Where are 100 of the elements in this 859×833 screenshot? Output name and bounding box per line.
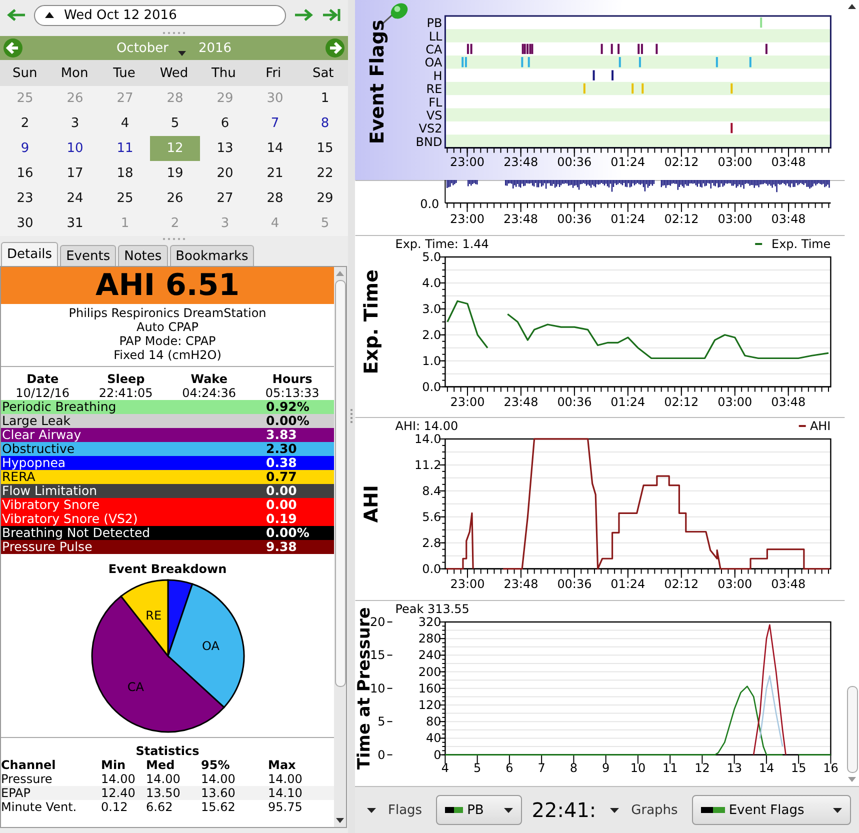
calendar-day[interactable]: 31 [50, 211, 100, 236]
table-cell-text: 05:13:33 [264, 386, 320, 400]
calendar-day[interactable]: 7 [250, 111, 300, 136]
x-tick-label: 23:00 [450, 394, 485, 408]
axis-title: Exp. Time [360, 269, 382, 374]
y-tick-label: 0.0 [422, 562, 442, 576]
calendar-day[interactable]: 15 [300, 136, 350, 161]
tab[interactable]: Events [60, 245, 116, 266]
calendar-day[interactable]: 17 [50, 161, 100, 186]
graphs-toggle[interactable]: Graphs [606, 802, 682, 818]
calendar-day[interactable]: 9 [0, 136, 50, 161]
grip-icon[interactable] [350, 408, 353, 424]
table-cell-text: 14.10 [268, 786, 304, 800]
calendar-day[interactable]: 29 [300, 186, 350, 211]
scrollbar-thumb[interactable] [334, 280, 346, 687]
x-tick-label: 8 [570, 761, 578, 776]
tab[interactable]: Notes [118, 245, 168, 266]
calendar-day[interactable]: 11 [100, 136, 150, 161]
ahi-banner: AHI 6.51 [1, 267, 334, 304]
calendar-day[interactable]: 4 [100, 111, 150, 136]
calendar-day[interactable]: 30 [0, 211, 50, 236]
y-tick-label: 8.4 [422, 484, 442, 498]
tab[interactable]: Details [1, 242, 58, 266]
graph-dropdown[interactable]: Event Flags [692, 795, 851, 825]
y-tick-label: 280 [418, 632, 442, 646]
calendar-day[interactable]: 10 [50, 136, 100, 161]
calendar-day[interactable]: 26 [150, 186, 200, 211]
calendar-day[interactable]: 3 [50, 111, 100, 136]
scroll-down-icon[interactable] [336, 818, 344, 823]
chart-title: Event Breakdown [108, 562, 227, 576]
event-name: Breathing Not Detected [2, 526, 150, 540]
calendar-day[interactable]: 6 [200, 111, 250, 136]
graph-title: Event Flags [366, 20, 388, 144]
swatch-icon [700, 807, 725, 813]
machine-info: Auto CPAP [136, 320, 198, 334]
scrollbar-thumb[interactable] [846, 686, 858, 773]
column-header: Date [26, 372, 60, 386]
calendar-day[interactable]: 2 [0, 111, 50, 136]
flag-dropdown[interactable]: PB [436, 795, 522, 825]
grip-icon[interactable] [163, 238, 185, 240]
y-tick-label: 200 [418, 665, 442, 680]
forward-arrow-icon[interactable] [294, 8, 314, 22]
event-value: 2.30 [266, 442, 298, 456]
tab[interactable]: Bookmarks [170, 245, 254, 266]
x-tick-label: 02:12 [664, 154, 699, 169]
calendar-day[interactable]: 22 [300, 161, 350, 186]
calendar-day[interactable]: 5 [150, 111, 200, 136]
calendar-day[interactable]: 23 [0, 186, 50, 211]
scrollbar[interactable] [334, 267, 346, 827]
column-header: Wake [190, 372, 228, 386]
x-tick-label: 03:48 [771, 577, 806, 592]
graph-readout: AHI: 14.00 [395, 419, 458, 434]
axis-label: 5 [378, 714, 386, 729]
grip-icon[interactable] [163, 32, 185, 34]
legend-label: Exp. Time [772, 236, 831, 251]
calendar-day[interactable]: 24 [50, 186, 100, 211]
calendar-day[interactable]: 21 [250, 161, 300, 186]
table-cell-text: 15.62 [201, 800, 236, 814]
y-tick-label: 2.0 [422, 328, 442, 342]
y-tick-label: 120 [418, 698, 442, 712]
x-tick-label: 6 [506, 761, 514, 776]
event-value: 0.00 [266, 484, 298, 498]
calendar-day[interactable]: 25 [100, 186, 150, 211]
slice-label: OA [201, 639, 219, 654]
calendar-day[interactable]: 16 [0, 161, 50, 186]
table-cell-text: 10/12/16 [14, 386, 71, 400]
x-tick-label: 11 [662, 761, 678, 776]
event-name: Vibratory Snore [2, 498, 100, 512]
back-arrow-icon[interactable] [6, 8, 26, 22]
swatch-icon [445, 807, 464, 813]
last-day-icon[interactable] [322, 8, 342, 22]
table-cell-text: Pressure [1, 772, 54, 786]
column-header: Sleep [106, 372, 146, 386]
calendar-day[interactable]: 8 [300, 111, 350, 136]
x-tick-label: 23:48 [504, 394, 538, 408]
calendar-day[interactable]: 27 [200, 186, 250, 211]
calendar-day[interactable]: 20 [200, 161, 250, 186]
y-tick-label: 2.8 [422, 536, 442, 550]
flags-toggle[interactable]: Flags [363, 802, 426, 818]
x-tick-label: 00:36 [557, 577, 592, 592]
calendar-day[interactable]: 28 [250, 186, 300, 211]
calendar-day[interactable]: 14 [250, 136, 300, 161]
calendar-day[interactable]: 19 [150, 161, 200, 186]
x-tick-label: 23:00 [450, 154, 485, 169]
machine-info: Fixed 14 (cmH2O) [114, 348, 222, 362]
x-tick-label: 01:24 [610, 577, 646, 592]
date-dropdown[interactable]: Wed Oct 12 2016 [34, 4, 286, 26]
y-tick-label: 5.6 [422, 510, 442, 524]
scroll-up-icon[interactable] [848, 4, 856, 9]
weekday-label: Thu [210, 66, 237, 80]
flag-label: PB [426, 16, 442, 30]
weekday-label: Mon [60, 66, 90, 80]
x-tick-label: 03:00 [718, 394, 752, 408]
weekday-label: Sun [11, 66, 38, 80]
calendar-day[interactable]: 18 [100, 161, 150, 186]
previous-month-icon[interactable] [3, 38, 23, 58]
calendar-day[interactable]: 1 [300, 86, 350, 111]
column-header: Channel [1, 758, 57, 772]
next-month-icon[interactable] [325, 38, 345, 58]
calendar-day[interactable]: 13 [200, 136, 250, 161]
